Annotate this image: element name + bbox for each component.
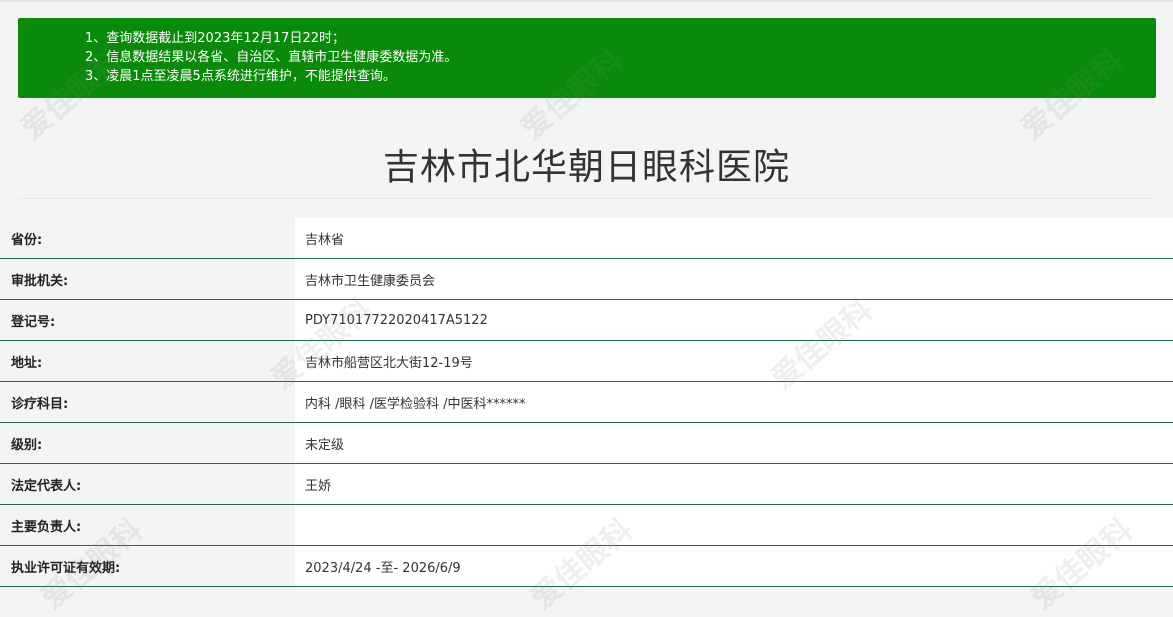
principal-value: [295, 505, 1173, 545]
departments-value: 内科 /眼科 /医学检验科 /中医科******: [295, 382, 1173, 422]
row-legal-representative: 法定代表人: 王娇: [0, 464, 1173, 505]
approval-authority-label: 审批机关:: [0, 259, 295, 299]
province-label: 省份:: [0, 218, 295, 258]
notice-banner: 1、查询数据截止到2023年12月17日22时； 2、信息数据结果以各省、自治区…: [18, 18, 1156, 98]
row-level: 级别: 未定级: [0, 423, 1173, 464]
notice-line-2: 2、信息数据结果以各省、自治区、直辖市卫生健康委数据为准。: [85, 50, 458, 65]
province-value: 吉林省: [295, 218, 1173, 258]
hospital-info-table: 省份: 吉林省 审批机关: 吉林市卫生健康委员会 登记号: PDY7101772…: [0, 218, 1173, 587]
license-validity-value: 2023/4/24 -至- 2026/6/9: [295, 546, 1173, 586]
hospital-name: 吉林市北华朝日眼科医院: [382, 147, 790, 188]
top-border: [0, 0, 1173, 2]
title-divider: [18, 198, 1156, 199]
row-approval-authority: 审批机关: 吉林市卫生健康委员会: [0, 259, 1173, 300]
approval-authority-value: 吉林市卫生健康委员会: [295, 259, 1173, 299]
notice-line-1: 1、查询数据截止到2023年12月17日22时；: [85, 31, 345, 46]
legal-representative-value: 王娇: [295, 464, 1173, 504]
row-address: 地址: 吉林市船营区北大街12-19号: [0, 341, 1173, 382]
address-label: 地址:: [0, 341, 295, 381]
registration-number-label: 登记号:: [0, 300, 295, 340]
license-validity-label: 执业许可证有效期:: [0, 546, 295, 586]
legal-representative-label: 法定代表人:: [0, 464, 295, 504]
principal-label: 主要负责人:: [0, 505, 295, 545]
level-value: 未定级: [295, 423, 1173, 463]
row-registration-number: 登记号: PDY71017722020417A5122: [0, 300, 1173, 341]
row-license-validity: 执业许可证有效期: 2023/4/24 -至- 2026/6/9: [0, 546, 1173, 587]
row-departments: 诊疗科目: 内科 /眼科 /医学检验科 /中医科******: [0, 382, 1173, 423]
row-province: 省份: 吉林省: [0, 218, 1173, 259]
address-value: 吉林市船营区北大街12-19号: [295, 341, 1173, 381]
notice-line-3: 3、凌晨1点至凌晨5点系统进行维护，不能提供查询。: [85, 69, 396, 84]
registration-number-value: PDY71017722020417A5122: [295, 300, 1173, 340]
departments-label: 诊疗科目:: [0, 382, 295, 422]
level-label: 级别:: [0, 423, 295, 463]
row-principal: 主要负责人:: [0, 505, 1173, 546]
